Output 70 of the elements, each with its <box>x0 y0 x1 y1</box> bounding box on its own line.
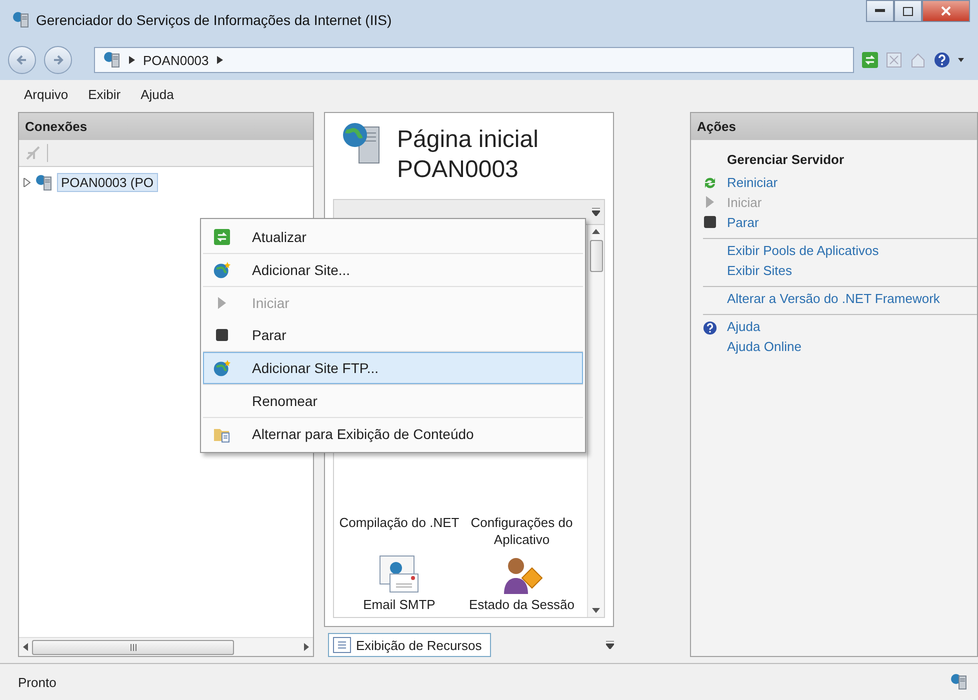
expand-arrow-icon[interactable] <box>23 178 31 187</box>
scroll-down-icon[interactable] <box>592 608 600 613</box>
chevron-right-icon <box>216 56 223 64</box>
back-button[interactable] <box>8 46 36 74</box>
close-button[interactable] <box>922 0 970 22</box>
help-icon <box>703 320 717 336</box>
stop-icon <box>216 329 228 341</box>
action-link[interactable]: Exibir Pools de Aplicativos <box>727 242 879 260</box>
action-link[interactable]: Parar <box>727 214 759 232</box>
action-link[interactable]: Ajuda <box>727 318 760 336</box>
vertical-scrollbar[interactable] <box>587 225 604 617</box>
action-link[interactable]: Exibir Sites <box>727 262 792 280</box>
mail-window-icon <box>378 554 420 594</box>
server-icon <box>103 51 121 69</box>
list-view-icon <box>333 637 351 653</box>
status-text: Pronto <box>18 674 56 690</box>
dropdown-icon[interactable] <box>606 641 614 649</box>
scroll-up-icon[interactable] <box>592 229 600 234</box>
arrow-left-icon <box>16 54 28 66</box>
action-link[interactable]: Ajuda Online <box>727 338 802 356</box>
minimize-icon <box>875 9 885 13</box>
help-icon[interactable] <box>934 52 950 68</box>
restart-icon <box>703 176 717 190</box>
menu-item[interactable]: Exibir <box>88 86 121 102</box>
menu-option[interactable]: Atualizar <box>203 221 583 253</box>
scroll-thumb[interactable] <box>590 240 602 272</box>
refresh-icon <box>214 229 230 245</box>
maximize-button[interactable] <box>894 0 922 22</box>
forward-button[interactable] <box>44 46 72 74</box>
maximize-icon <box>903 6 913 16</box>
grip-icon <box>130 644 136 650</box>
view-tab[interactable]: Exibição de Recursos <box>328 633 491 657</box>
menu-option[interactable]: Parar <box>203 319 583 351</box>
play-icon <box>705 196 715 208</box>
chevron-right-icon <box>129 56 135 64</box>
panel-title: Conexões <box>19 113 313 140</box>
caret-icon[interactable] <box>958 58 964 62</box>
section-heading: Gerenciar Servidor <box>726 151 846 169</box>
panel-title: Ações <box>691 113 977 140</box>
action-link[interactable]: Reiniciar <box>727 174 778 192</box>
stop-icon <box>704 216 716 228</box>
menu-option[interactable]: Alternar para Exibição de Conteúdo <box>203 418 583 450</box>
menu-item[interactable]: Ajuda <box>140 86 174 102</box>
address-bar[interactable]: POAN0003 <box>94 47 854 73</box>
close-icon <box>941 6 951 16</box>
play-icon <box>217 297 227 309</box>
scroll-right-icon[interactable] <box>304 643 309 651</box>
action-link[interactable]: Alterar a Versão do .NET Framework <box>727 290 940 308</box>
page-title: Página inicial <box>397 125 538 155</box>
menu-option[interactable]: Adicionar Site FTP... <box>203 352 583 384</box>
page-subtitle: POAN0003 <box>397 155 520 185</box>
menu-item[interactable]: Arquivo <box>24 86 68 102</box>
feature-label[interactable]: Configurações do Aplicativo <box>460 514 583 548</box>
refresh-icon[interactable] <box>862 52 878 68</box>
app-icon <box>12 11 30 29</box>
minimize-button[interactable] <box>866 0 894 22</box>
server-icon <box>950 673 968 691</box>
feature-label[interactable]: Estado da Sessão <box>468 596 575 613</box>
menu-option[interactable]: Renomear <box>203 385 583 417</box>
feature-label[interactable]: Compilação do .NET <box>339 514 460 531</box>
server-icon <box>35 174 53 192</box>
horizontal-scrollbar[interactable] <box>19 637 313 656</box>
window-title: Gerenciador do Serviços de Informações da Internet (IIS) <box>36 12 393 28</box>
tree-item[interactable]: POAN0003 (PO <box>57 173 158 192</box>
address-segment[interactable]: POAN0003 <box>143 52 209 68</box>
arrow-right-icon <box>52 54 64 66</box>
menu-option[interactable]: Adicionar Site... <box>203 254 583 286</box>
feature-label[interactable]: Email SMTP <box>363 596 436 613</box>
scroll-left-icon[interactable] <box>23 643 28 651</box>
dropdown-icon[interactable] <box>592 208 600 216</box>
